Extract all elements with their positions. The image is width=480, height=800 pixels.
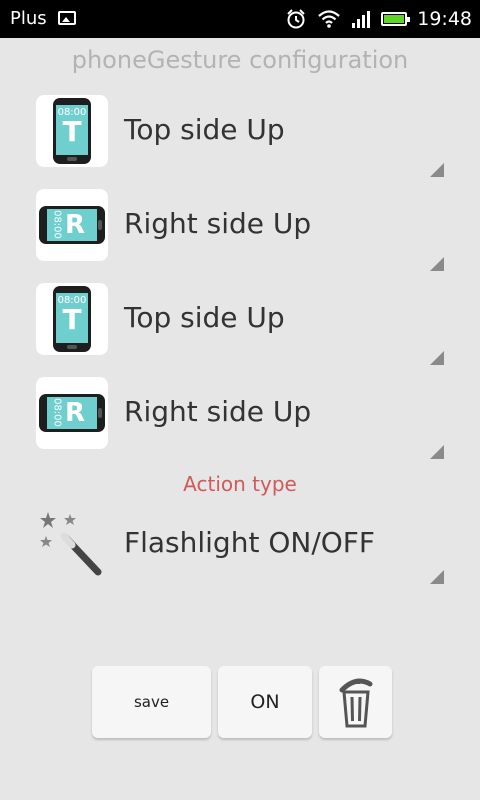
phone-top-icon: 08:00 T [36, 95, 108, 167]
phone-right-icon: 08:00 R [36, 189, 108, 261]
action-type-heading: Action type [183, 472, 297, 496]
alarm-icon [287, 9, 305, 29]
delete-button[interactable] [319, 666, 392, 738]
dropdown-arrow-icon [430, 570, 444, 584]
phone-letter: T [62, 115, 82, 148]
dropdown-arrow-icon [430, 351, 444, 365]
toggle-button-label: ON [250, 691, 280, 713]
phone-right-icon: 08:00 R [36, 377, 108, 449]
phone-letter: R [65, 210, 86, 240]
action-label: Flashlight ON/OFF [124, 526, 376, 559]
battery-icon [381, 12, 411, 26]
carrier-label: Plus [10, 8, 47, 29]
on-toggle-button[interactable]: ON [218, 666, 312, 738]
gesture-spinner-3[interactable]: 08:00 T Top side Up [36, 283, 446, 365]
phone-clock-text: 08:00 [51, 210, 63, 239]
gesture-label: Top side Up [124, 113, 285, 146]
save-button[interactable]: save [92, 666, 211, 738]
magic-wand-icon [40, 512, 102, 576]
signal-icon [352, 11, 371, 28]
gesture-label: Right side Up [124, 395, 312, 428]
dropdown-arrow-icon [430, 163, 444, 177]
gesture-spinner-4[interactable]: 08:00 R Right side Up [36, 377, 446, 459]
phone-letter: T [62, 303, 82, 336]
gesture-label: Top side Up [124, 301, 285, 334]
wifi-icon [318, 10, 340, 28]
action-spinner[interactable]: Flashlight ON/OFF [36, 508, 446, 584]
dropdown-arrow-icon [430, 257, 444, 271]
save-button-label: save [133, 693, 170, 711]
page-title: phoneGesture configuration [71, 46, 409, 74]
status-bar: Plus 19:48 [0, 0, 480, 38]
trash-icon [339, 678, 372, 728]
phone-top-icon: 08:00 T [36, 283, 108, 355]
image-icon [58, 11, 76, 25]
gesture-spinner-1[interactable]: 08:00 T Top side Up [36, 95, 446, 177]
phone-clock-text: 08:00 [51, 398, 63, 427]
dropdown-arrow-icon [430, 445, 444, 459]
battery-level [384, 15, 405, 23]
gesture-spinner-2[interactable]: 08:00 R Right side Up [36, 189, 446, 271]
gesture-label: Right side Up [124, 207, 312, 240]
clock-time: 19:48 [417, 8, 472, 30]
phone-letter: R [65, 398, 86, 428]
